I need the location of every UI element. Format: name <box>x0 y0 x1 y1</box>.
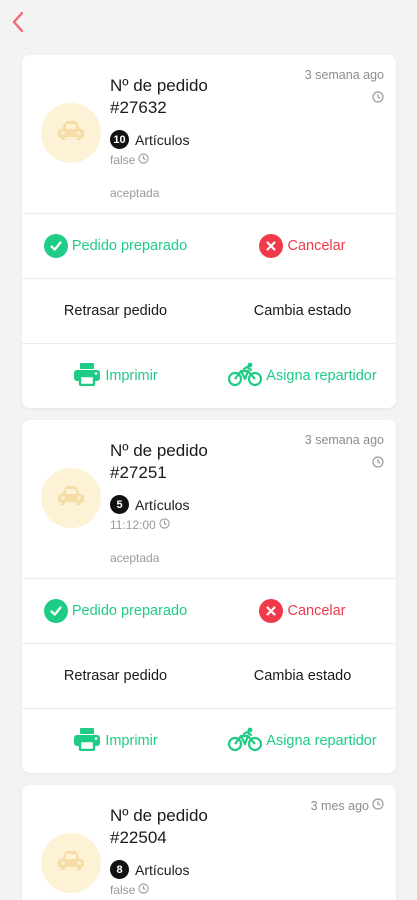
order-title: Nº de pedido <box>110 76 208 95</box>
order-age-text: 3 semana ago <box>304 68 384 82</box>
order-status: aceptada <box>110 551 160 565</box>
order-age: 3 semana ago <box>305 68 384 82</box>
order-prepared-button[interactable]: Pedido preparado <box>22 214 209 278</box>
clock-icon <box>372 798 384 813</box>
change-state-button[interactable]: Cambia estado <box>209 279 396 343</box>
order-time: false <box>110 153 149 167</box>
avatar <box>41 833 101 893</box>
order-age: 3 semana ago <box>305 433 384 447</box>
printer-icon <box>73 727 101 755</box>
order-time-text: false <box>110 153 136 167</box>
order-age-text: 3 semana ago <box>304 433 384 447</box>
order-age-text: 3 mes ago <box>310 798 369 813</box>
print-label: Imprimir <box>105 733 158 749</box>
order-time-text: false <box>110 883 136 897</box>
bicycle-icon <box>228 726 263 756</box>
order-card-header[interactable]: Nº de pedido #22504 3 mes ago 8 Artículo… <box>22 785 396 900</box>
cancel-button[interactable]: Cancelar <box>209 214 396 278</box>
order-list: Nº de pedido #27632 3 semana ago 10 Artí… <box>22 55 396 900</box>
change-state-button[interactable]: Cambia estado <box>209 644 396 708</box>
delay-order-button[interactable]: Retrasar pedido <box>22 644 209 708</box>
order-prepared-label: Pedido preparado <box>71 238 188 254</box>
action-row-tertiary: Imprimir Asigna repartidor <box>22 708 396 773</box>
order-card-header[interactable]: Nº de pedido #27251 3 semana ago 5 Artíc… <box>22 420 396 578</box>
car-icon <box>56 850 86 877</box>
back-button[interactable] <box>6 10 30 38</box>
delay-order-button[interactable]: Retrasar pedido <box>22 279 209 343</box>
print-button[interactable]: Imprimir <box>22 344 209 408</box>
action-row-primary: Pedido preparado Cancelar <box>22 578 396 643</box>
items-row: 10 Artículos <box>110 130 189 149</box>
items-row: 8 Artículos <box>110 860 189 879</box>
check-circle-icon <box>43 599 68 623</box>
close-circle-icon <box>259 234 284 258</box>
assign-rider-button[interactable]: Asigna repartidor <box>209 709 396 773</box>
items-count-badge: 5 <box>110 495 129 514</box>
order-age: 3 mes ago <box>311 798 384 813</box>
items-count-badge: 8 <box>110 860 129 879</box>
cancel-label: Cancelar <box>287 603 346 619</box>
order-time-text: 11:12:00 <box>110 518 156 532</box>
items-row: 5 Artículos <box>110 495 189 514</box>
printer-icon <box>73 362 101 390</box>
assign-rider-button[interactable]: Asigna repartidor <box>209 344 396 408</box>
items-count-badge: 10 <box>110 130 129 149</box>
order-time: 11:12:00 <box>110 518 170 532</box>
cancel-label: Cancelar <box>287 238 346 254</box>
avatar <box>41 103 101 163</box>
order-number: #27251 <box>110 463 167 482</box>
items-label: Artículos <box>135 496 190 513</box>
order-title: Nº de pedido <box>110 806 208 825</box>
action-row-tertiary: Imprimir Asigna repartidor <box>22 343 396 408</box>
clock-icon <box>372 90 384 108</box>
clock-icon <box>372 455 384 473</box>
clock-icon <box>138 153 149 167</box>
car-icon <box>56 485 86 512</box>
order-card: Nº de pedido #27251 3 semana ago 5 Artíc… <box>22 420 396 773</box>
order-status: aceptada <box>110 186 160 200</box>
order-prepared-button[interactable]: Pedido preparado <box>22 579 209 643</box>
items-label: Artículos <box>135 861 190 878</box>
order-time: false <box>110 883 149 897</box>
order-card-header[interactable]: Nº de pedido #27632 3 semana ago 10 Artí… <box>22 55 396 213</box>
order-number: #22504 <box>110 828 167 847</box>
clock-icon <box>138 883 149 897</box>
avatar <box>41 468 101 528</box>
items-label: Artículos <box>135 131 190 148</box>
action-row-secondary: Retrasar pedido Cambia estado <box>22 278 396 343</box>
order-card: Nº de pedido #27632 3 semana ago 10 Artí… <box>22 55 396 408</box>
assign-rider-label: Asigna repartidor <box>266 368 377 384</box>
print-label: Imprimir <box>105 368 158 384</box>
action-row-primary: Pedido preparado Cancelar <box>22 213 396 278</box>
assign-rider-label: Asigna repartidor <box>266 733 377 749</box>
action-row-secondary: Retrasar pedido Cambia estado <box>22 643 396 708</box>
print-button[interactable]: Imprimir <box>22 709 209 773</box>
order-number: #27632 <box>110 98 167 117</box>
chevron-left-icon <box>11 11 25 38</box>
check-circle-icon <box>43 234 68 258</box>
order-card: Nº de pedido #22504 3 mes ago 8 Artículo… <box>22 785 396 900</box>
order-title: Nº de pedido <box>110 441 208 460</box>
bicycle-icon <box>228 361 263 391</box>
cancel-button[interactable]: Cancelar <box>209 579 396 643</box>
order-prepared-label: Pedido preparado <box>71 603 188 619</box>
clock-icon <box>159 518 170 532</box>
close-circle-icon <box>259 599 284 623</box>
car-icon <box>56 120 86 147</box>
